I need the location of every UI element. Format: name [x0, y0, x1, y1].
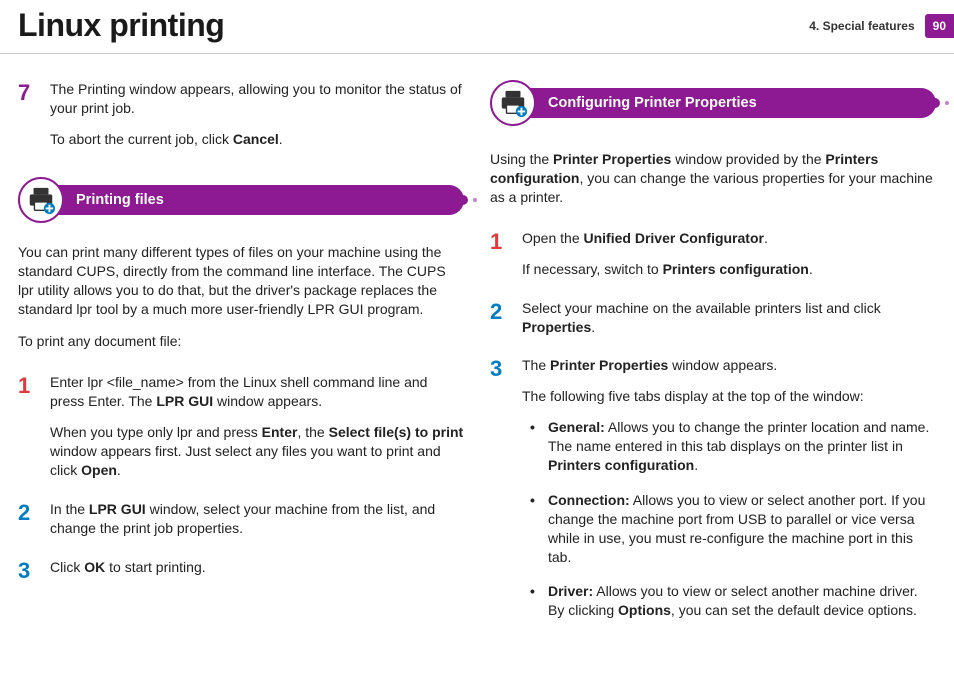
body-text: Open the Unified Driver Configurator. [522, 229, 813, 248]
step-body: Enter lpr <file_name> from the Linux she… [50, 373, 464, 479]
printer-add-icon [18, 177, 64, 223]
header-right: 4. Special features 90 [809, 14, 954, 38]
body-text: Select your machine on the available pri… [522, 299, 936, 337]
body-text: Click OK to start printing. [50, 558, 206, 577]
step-body: Select your machine on the available pri… [522, 299, 936, 337]
step-2: 2 Select your machine on the available p… [490, 299, 936, 337]
body-text: Using the Printer Properties window prov… [490, 150, 936, 207]
body-text: The following five tabs display at the t… [522, 387, 936, 406]
list-item: Driver: Allows you to view or select ano… [530, 582, 936, 620]
content-columns: 7 The Printing window appears, allowing … [0, 54, 954, 666]
chapter-label: 4. Special features [809, 18, 914, 34]
printer-add-icon [490, 80, 536, 126]
left-column: 7 The Printing window appears, allowing … [18, 80, 464, 656]
step-number: 3 [490, 356, 508, 636]
body-text: If necessary, switch to Printers configu… [522, 260, 813, 279]
body-text: When you type only lpr and press Enter, … [50, 423, 464, 480]
step-number: 2 [490, 299, 508, 337]
step-body: The Printer Properties window appears. T… [522, 356, 936, 636]
step-1: 1 Open the Unified Driver Configurator. … [490, 229, 936, 279]
step-number: 1 [490, 229, 508, 279]
page-header: Linux printing 4. Special features 90 [0, 0, 954, 54]
section-heading-configuring-properties: Configuring Printer Properties [490, 80, 936, 126]
list-item: General: Allows you to change the printe… [530, 418, 936, 475]
body-text: You can print many different types of fi… [18, 243, 464, 319]
step-body: Click OK to start printing. [50, 558, 206, 582]
section-heading-printing-files: Printing files [18, 177, 464, 223]
page-title: Linux printing [18, 4, 224, 47]
step-body: The Printing window appears, allowing yo… [50, 80, 464, 149]
step-number: 1 [18, 373, 36, 479]
section-label: Configuring Printer Properties [524, 88, 936, 118]
step-body: In the LPR GUI window, select your machi… [50, 500, 464, 538]
step-1: 1 Enter lpr <file_name> from the Linux s… [18, 373, 464, 479]
body-text: To print any document file: [18, 332, 464, 351]
step-3: 3 The Printer Properties window appears.… [490, 356, 936, 636]
step-number: 2 [18, 500, 36, 538]
page-number-badge: 90 [925, 14, 954, 38]
step-2: 2 In the LPR GUI window, select your mac… [18, 500, 464, 538]
body-text: Enter lpr <file_name> from the Linux she… [50, 373, 464, 411]
body-text: The Printing window appears, allowing yo… [50, 80, 464, 118]
body-text: To abort the current job, click Cancel. [50, 130, 464, 149]
right-column: Configuring Printer Properties Using the… [490, 80, 936, 656]
step-7: 7 The Printing window appears, allowing … [18, 80, 464, 149]
step-number: 7 [18, 80, 36, 149]
step-3: 3 Click OK to start printing. [18, 558, 464, 582]
step-body: Open the Unified Driver Configurator. If… [522, 229, 813, 279]
step-number: 3 [18, 558, 36, 582]
body-text: In the LPR GUI window, select your machi… [50, 500, 464, 538]
body-text: The Printer Properties window appears. [522, 356, 936, 375]
tabs-bullet-list: General: Allows you to change the printe… [522, 418, 936, 620]
section-label: Printing files [52, 185, 464, 215]
list-item: Connection: Allows you to view or select… [530, 491, 936, 567]
